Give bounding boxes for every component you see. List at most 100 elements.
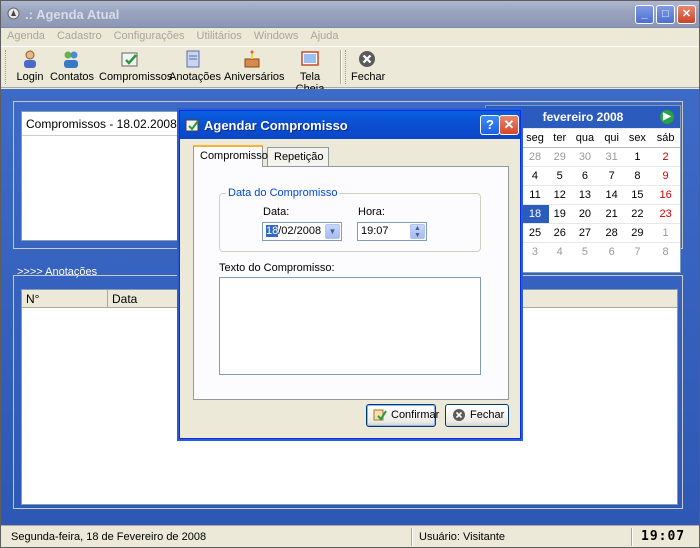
calendar-day[interactable]: 19 [549, 204, 571, 224]
weekday-sex: sex [623, 128, 652, 148]
calendar-day[interactable]: 6 [599, 242, 624, 262]
calendar-day[interactable]: 14 [599, 185, 624, 205]
window-title: .: Agenda Atual [25, 7, 120, 22]
weekday-seg: seg [520, 128, 550, 148]
calendar-day[interactable]: 29 [549, 147, 571, 167]
calendar-day[interactable]: 9 [651, 166, 680, 186]
fechar-toolbar-button[interactable]: Fechar [351, 49, 386, 87]
aniversarios-button[interactable]: Aniversários [224, 49, 285, 87]
menu-bar: Agenda Cadastro Configurações Utilitários Wi… [1, 28, 699, 46]
calendar-day[interactable]: 1 [623, 147, 652, 167]
menu-utilitarios[interactable]: Utilitários [191, 28, 248, 44]
tab-compromisso-panel: Data do Compromisso Data: 18/02/2008 ▼ H… [193, 166, 509, 400]
calendar-day[interactable]: 1 [651, 223, 680, 243]
help-button[interactable]: ? [480, 115, 500, 135]
time-spinner[interactable]: 19:07 ▲ ▼ [357, 222, 427, 241]
title-bar[interactable]: .: Agenda Atual _ □ ✕ [1, 1, 699, 28]
calendar-day[interactable]: 6 [570, 166, 600, 186]
close-button[interactable]: ✕ [677, 5, 696, 24]
calendar-day[interactable]: 8 [623, 166, 652, 186]
column-header-num[interactable]: N° [22, 290, 108, 308]
maximize-button[interactable]: □ [656, 5, 675, 24]
spinner-arrows-icon[interactable]: ▲ ▼ [410, 224, 425, 239]
menu-ajuda[interactable]: Ajuda [304, 28, 344, 44]
calendar-day[interactable]: 7 [623, 242, 652, 262]
anotacoes-label: Anotações [169, 71, 221, 83]
tab-compromisso[interactable]: Compromisso [193, 145, 268, 167]
toolbar: Login Contatos Compromissos Anotações An… [1, 46, 699, 95]
texto-label: Texto do Compromisso: [219, 262, 335, 274]
calendar-day[interactable]: 5 [570, 242, 600, 262]
anotacoes-button[interactable]: Anotações [169, 49, 221, 87]
compromissos-button[interactable]: Compromissos [99, 49, 172, 87]
calendar-day[interactable]: 8 [651, 242, 680, 262]
minimize-button[interactable]: _ [635, 5, 654, 24]
calendar-day[interactable]: 26 [549, 223, 571, 243]
calendar-day[interactable]: 25 [520, 223, 550, 243]
weekday-qui: qui [599, 128, 624, 148]
status-clock: 19:07 [641, 529, 686, 544]
calendar-month-label: fevereiro 2008 [542, 110, 624, 124]
calendar-day[interactable]: 7 [599, 166, 624, 186]
calendar-day[interactable]: 28 [520, 147, 550, 167]
contatos-button[interactable]: Contatos [50, 49, 95, 87]
contatos-label: Contatos [50, 71, 95, 83]
toolbar-grip-2[interactable] [345, 50, 348, 84]
calendar-day-selected[interactable]: 18 [520, 204, 550, 224]
fullscreen-icon [301, 51, 319, 66]
confirmar-button[interactable]: Confirmar [366, 404, 440, 427]
compromissos-label: Compromissos [99, 71, 173, 83]
calendar-day[interactable]: 11 [520, 185, 550, 205]
calendar-day[interactable]: 23 [651, 204, 680, 224]
texto-compromisso-textarea[interactable] [219, 277, 481, 375]
calendar-day[interactable]: 28 [599, 223, 624, 243]
fechar-label: Fechar [351, 71, 386, 83]
agendar-compromisso-dialog: Agendar Compromisso ? ✕ Compromisso Repe… [179, 110, 521, 439]
weekday-sab: sáb [651, 128, 680, 148]
confirmar-label: Confirmar [391, 409, 440, 421]
calendar-day[interactable]: 31 [599, 147, 624, 167]
date-picker[interactable]: 18/02/2008 ▼ [262, 222, 342, 241]
status-user: Usuário: Visitante [419, 531, 506, 543]
calendar-day[interactable]: 15 [623, 185, 652, 205]
fechar-button[interactable]: Fechar [445, 404, 509, 427]
hora-label: Hora: [358, 206, 385, 218]
user-icon [24, 50, 36, 68]
exit-icon [359, 51, 375, 67]
calendar-day[interactable]: 16 [651, 185, 680, 205]
time-value: 19:07 [361, 225, 389, 237]
menu-windows[interactable]: Windows [248, 28, 305, 44]
calendar-day[interactable]: 5 [549, 166, 571, 186]
toolbar-separator [340, 50, 342, 84]
calendar-day[interactable]: 27 [570, 223, 600, 243]
status-divider [631, 528, 633, 546]
chevron-down-icon[interactable]: ▼ [325, 224, 340, 239]
tela-cheia-button[interactable]: Tela Cheia [287, 49, 333, 95]
menu-configuracoes[interactable]: Configurações [108, 28, 191, 44]
calendar-day[interactable]: 30 [570, 147, 600, 167]
contacts-icon [64, 51, 78, 68]
menu-agenda[interactable]: Agenda [1, 28, 51, 44]
date-rest: /02/2008 [278, 225, 322, 237]
menu-cadastro[interactable]: Cadastro [51, 28, 108, 44]
calendar-day[interactable]: 29 [623, 223, 652, 243]
login-button[interactable]: Login [15, 49, 45, 87]
dialog-title: Agendar Compromisso [204, 118, 348, 133]
calendar-day[interactable]: 4 [520, 166, 550, 186]
calendar-day[interactable]: 13 [570, 185, 600, 205]
calendar-day[interactable]: 20 [570, 204, 600, 224]
toolbar-grip[interactable] [5, 50, 8, 84]
data-label: Data: [263, 206, 290, 218]
calendar-day[interactable]: 12 [549, 185, 571, 205]
dialog-title-bar[interactable]: Agendar Compromisso ? ✕ [180, 111, 520, 139]
calendar-day[interactable]: 2 [651, 147, 680, 167]
app-icon [7, 7, 20, 20]
calendar-day[interactable]: 4 [549, 242, 571, 262]
confirm-icon [373, 409, 387, 421]
calendar-day[interactable]: 21 [599, 204, 624, 224]
calendar-day[interactable]: 3 [520, 242, 550, 262]
next-month-icon[interactable]: ▶ [660, 110, 674, 124]
tab-repeticao[interactable]: Repetição [267, 147, 329, 167]
calendar-day[interactable]: 22 [623, 204, 652, 224]
dialog-close-button[interactable]: ✕ [499, 115, 519, 135]
